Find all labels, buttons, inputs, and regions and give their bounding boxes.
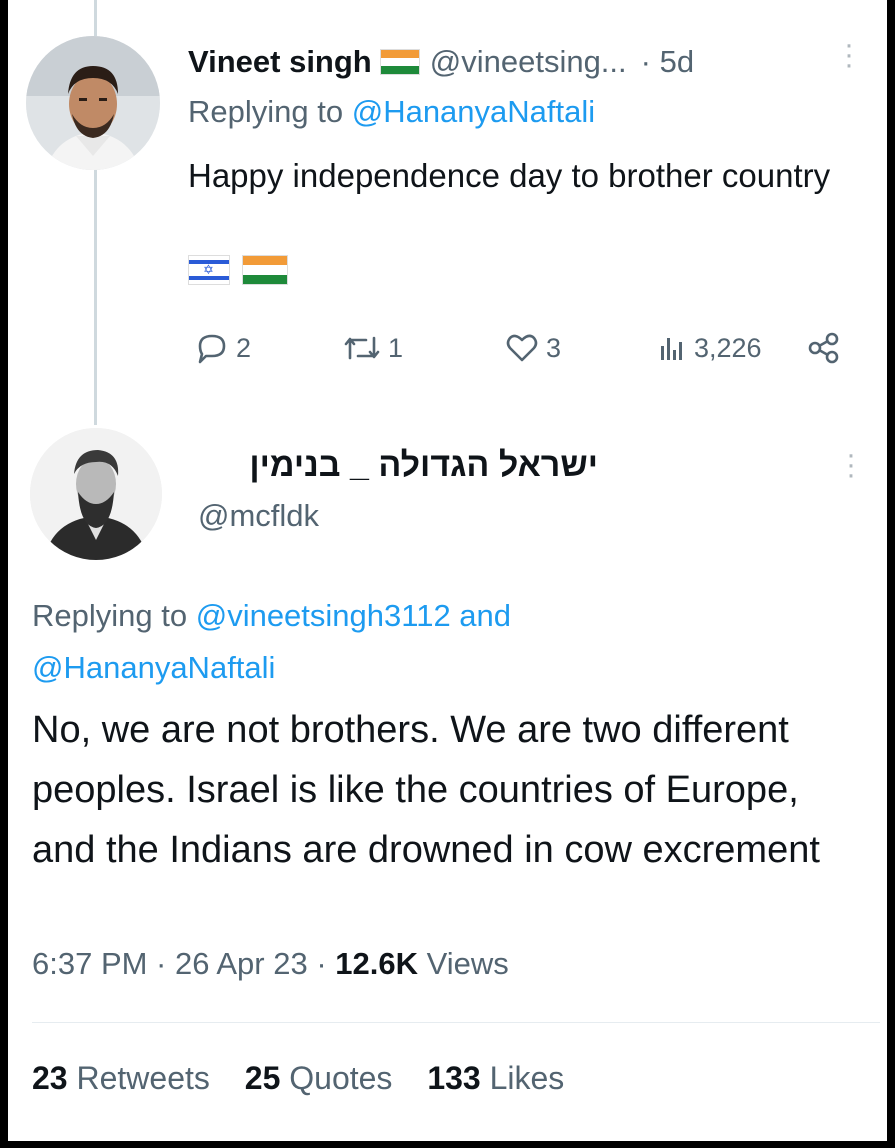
tweet2-author-name[interactable]: ישראל הגדולה _ בנימין [188, 446, 598, 485]
reply-count: 2 [236, 332, 252, 363]
share-icon [808, 332, 839, 364]
mention-link-1[interactable]: @vineetsingh3112 [196, 598, 451, 633]
like-count: 3 [546, 332, 562, 363]
tweet1-author-name[interactable]: Vineet singh [188, 44, 372, 80]
mention-link[interactable]: @HananyaNaftali [352, 94, 595, 129]
analytics-icon [661, 338, 682, 360]
retweets-label: Retweets [67, 1060, 210, 1096]
quotes-label: Quotes [280, 1060, 393, 1096]
tweet1-header: Vineet singh @vineetsing... · 5d [188, 40, 694, 84]
tweet2-replying-to: Replying to @vineetsingh3112 and @Hananya… [32, 590, 792, 694]
avatar-vineet[interactable] [26, 36, 160, 170]
quotes-stat[interactable]: 25 Quotes [245, 1060, 393, 1096]
tweet2-views-count: 12.6K [335, 946, 418, 981]
tweet1-replying-to: Replying to @HananyaNaftali [188, 94, 595, 130]
tweet1-emoji-flags: ✡ [188, 255, 288, 285]
tweet1-action-bar: 2 1 3 3,226 [194, 326, 854, 370]
likes-count: 133 [427, 1060, 481, 1096]
view-count: 3,226 [694, 332, 762, 363]
retweets-stat[interactable]: 23 Retweets [32, 1060, 210, 1096]
avatar-portrait-icon [30, 428, 162, 560]
likes-label: Likes [480, 1060, 565, 1096]
tweet2-views-label: Views [418, 946, 509, 981]
avatar-mcfldk[interactable] [30, 428, 162, 560]
replying-prefix: Replying to [188, 94, 352, 129]
tweet2-timestamp[interactable]: 6:37 PM · 26 Apr 23 · [32, 946, 335, 981]
india-flag-icon [379, 49, 420, 75]
tweet1-text: Happy independence day to brother countr… [188, 157, 831, 194]
israel-flag-icon: ✡ [188, 255, 230, 285]
divider [32, 1022, 880, 1023]
screenshot-frame: Vineet singh @vineetsing... · 5d · · · Rep… [8, 0, 887, 1141]
reply-icon [198, 334, 226, 364]
reply-button[interactable]: 2 [194, 326, 251, 370]
avatar-portrait-icon [26, 36, 160, 170]
views-button[interactable]: 3,226 [656, 326, 762, 370]
replying-prefix: Replying to [32, 598, 196, 633]
like-button[interactable]: 3 [504, 326, 561, 370]
tweet2-stats: 23 Retweets 25 Quotes 133 Likes [32, 1060, 590, 1097]
tweet2-text: No, we are not brothers. We are two diff… [32, 709, 820, 871]
tweet2-meta: 6:37 PM · 26 Apr 23 · 12.6K Views [32, 946, 509, 982]
share-button[interactable] [806, 326, 842, 370]
mention-link-2[interactable]: @HananyaNaftali [32, 650, 275, 685]
quotes-count: 25 [244, 1060, 281, 1096]
retweet-button[interactable]: 1 [342, 326, 403, 370]
retweet-count: 1 [388, 332, 404, 363]
replying-and: and [450, 598, 512, 633]
retweets-count: 23 [32, 1060, 68, 1096]
likes-stat[interactable]: 133 Likes [427, 1060, 564, 1096]
tweet1-timestamp[interactable]: · 5d [641, 44, 694, 80]
heart-icon [506, 334, 538, 362]
more-options-icon[interactable]: · · · [844, 30, 854, 80]
india-flag-icon [242, 255, 288, 285]
tweet2-author-handle[interactable]: @mcfldk [198, 498, 319, 534]
more-options-icon[interactable]: · · · [846, 440, 856, 490]
tweet1-author-handle[interactable]: @vineetsing... [430, 44, 627, 80]
retweet-icon [344, 336, 380, 360]
